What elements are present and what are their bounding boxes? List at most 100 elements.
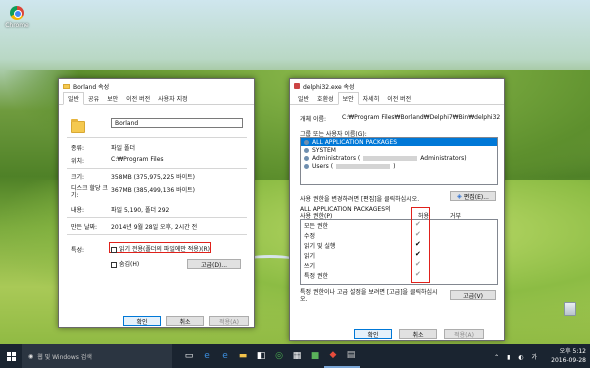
edit-button[interactable]: ◈ 편집(E)... <box>450 191 496 201</box>
taskbar: ◉ 웹 및 Windows 검색 ▭ e e ▬ ◧ ◎ ▦ ■ ◆ ▤ ⌃ ▮… <box>0 344 590 368</box>
tab-customize[interactable]: 사용자 지정 <box>154 93 192 104</box>
list-item[interactable]: Users () <box>301 162 497 170</box>
tab-general[interactable]: 일반 <box>63 92 85 105</box>
edge-icon[interactable]: e <box>198 344 216 368</box>
size-label: 크기: <box>71 174 85 181</box>
task-view-icon[interactable]: ▭ <box>180 344 198 368</box>
chrome-label: Chrome <box>5 22 29 29</box>
divider <box>67 234 247 235</box>
tab-general[interactable]: 일반 <box>294 93 313 104</box>
list-item[interactable]: SYSTEM <box>301 146 497 154</box>
start-button[interactable] <box>0 344 22 368</box>
titlebar[interactable]: Borland 속성 <box>59 79 254 93</box>
created-value: 2014년 9월 28일 오후, 2시간 전 <box>111 224 198 231</box>
chrome-taskbar-icon[interactable]: ◎ <box>270 344 288 368</box>
object-name-label: 개체 이름: <box>300 116 327 123</box>
list-item[interactable]: Administrators (Administrators) <box>301 154 497 162</box>
tab-details[interactable]: 자세히 <box>359 93 384 104</box>
ok-button[interactable]: 확인 <box>354 329 392 339</box>
tab-security[interactable]: 보안 <box>103 93 122 104</box>
apply-button[interactable]: 적용(A) <box>209 316 249 326</box>
permission-row: 쓰기 ✔ <box>301 260 497 270</box>
clock[interactable]: 오후 5:12 2016-09-28 <box>551 347 586 365</box>
window-title: delphi32.exe 속성 <box>303 83 355 91</box>
permission-name: 모든 권한 <box>304 222 328 230</box>
windows-logo-icon <box>6 351 16 361</box>
time: 오후 5:12 <box>559 348 586 355</box>
location-value: C:₩Program Files <box>111 156 164 163</box>
permission-row: 모든 권한 ✔ <box>301 220 497 230</box>
window-title: Borland 속성 <box>73 83 110 91</box>
cancel-button[interactable]: 취소 <box>399 329 437 339</box>
permission-name: 읽기 <box>304 252 316 260</box>
permission-row: 읽기 ✔ <box>301 250 497 260</box>
attributes-label: 특성: <box>71 247 85 254</box>
change-permission-text: 사용 권한을 변경하려면 [편집]을 클릭하십시오. <box>300 196 420 203</box>
tab-sharing[interactable]: 공유 <box>84 93 103 104</box>
delphi-properties-window: delphi32.exe 속성 일반 호환성 보안 자세히 이전 버전 개체 이… <box>289 78 505 341</box>
permission-name: 특정 권한 <box>304 272 328 280</box>
ie-icon[interactable]: e <box>216 344 234 368</box>
user-group-icon <box>304 147 309 153</box>
cancel-button[interactable]: 취소 <box>166 316 204 326</box>
app-icon[interactable]: ■ <box>306 344 324 368</box>
delphi-taskbar-icon[interactable]: ◆ <box>324 344 342 368</box>
ime-indicator[interactable]: 가 <box>531 354 540 361</box>
users-list[interactable]: ALL APPLICATION PACKAGES SYSTEM Administ… <box>300 137 498 185</box>
hidden-checkbox[interactable]: 숨김(H) <box>111 259 139 268</box>
advanced-button[interactable]: 고급(D)... <box>187 259 241 269</box>
permission-name: 쓰기 <box>304 262 316 270</box>
tab-strip: 일반 공유 보안 이전 버전 사용자 지정 <box>59 92 254 105</box>
search-box[interactable]: ◉ 웹 및 Windows 검색 <box>22 344 172 368</box>
apply-button[interactable]: 적용(A) <box>444 329 484 339</box>
tab-previous-versions[interactable]: 이전 버전 <box>122 93 154 104</box>
object-name-value: C:₩Program Files₩Borland₩Delphi7₩Bin₩del… <box>342 114 501 121</box>
user-group-icon <box>304 163 309 169</box>
contents-label: 내용: <box>71 207 85 214</box>
user-group-icon <box>304 155 309 161</box>
permission-row: 읽기 및 실행 ✔ <box>301 240 497 250</box>
titlebar[interactable]: delphi32.exe 속성 <box>290 79 504 93</box>
disk-size-label: 디스크 할당 크기: <box>71 185 108 199</box>
list-item[interactable]: ALL APPLICATION PACKAGES <box>301 138 497 146</box>
recycle-bin-icon[interactable] <box>560 302 580 318</box>
app-icon[interactable]: ▤ <box>342 344 360 368</box>
date: 2016-09-28 <box>551 357 586 364</box>
tab-security[interactable]: 보안 <box>337 92 359 105</box>
borland-properties-window: Borland 속성 일반 공유 보안 이전 버전 사용자 지정 Borland… <box>58 78 255 328</box>
readonly-checkbox[interactable]: 읽기 전용(폴더의 파일에만 적용)(R) <box>111 244 210 253</box>
search-placeholder: 웹 및 Windows 검색 <box>37 353 92 361</box>
size-value: 358MB (375,975,225 바이트) <box>111 174 195 181</box>
store-icon[interactable]: ◧ <box>252 344 270 368</box>
checkbox-box[interactable] <box>111 246 117 253</box>
permissions-list[interactable]: 모든 권한 ✔ 수정 ✔ 읽기 및 실행 ✔ 읽기 ✔ 쓰기 ✔ 특정 권한 ✔ <box>300 219 498 285</box>
tab-strip: 일반 호환성 보안 자세히 이전 버전 <box>290 92 504 105</box>
contents-value: 파일 5,190, 폴더 292 <box>111 207 170 214</box>
shield-icon: ◈ <box>457 192 462 200</box>
tab-previous-versions[interactable]: 이전 버전 <box>383 93 415 104</box>
checkbox-box[interactable] <box>111 261 117 268</box>
microphone-icon: ◉ <box>28 352 34 360</box>
highlight-box <box>411 207 430 283</box>
ok-button[interactable]: 확인 <box>123 316 161 326</box>
hidden-label: 숨김(H) <box>119 261 140 268</box>
file-explorer-icon[interactable]: ▬ <box>234 344 252 368</box>
tab-compatibility[interactable]: 호환성 <box>313 93 338 104</box>
readonly-label: 읽기 전용(폴더의 파일에만 적용)(R) <box>119 246 211 253</box>
divider <box>67 168 247 169</box>
divider <box>67 217 247 218</box>
advanced-button[interactable]: 고급(V) <box>450 290 496 300</box>
folder-name-input[interactable]: Borland <box>111 118 243 128</box>
location-label: 위치: <box>71 158 85 165</box>
chrome-icon <box>10 6 24 20</box>
app-icon[interactable]: ▦ <box>288 344 306 368</box>
chrome-desktop-icon[interactable]: Chrome <box>3 6 31 29</box>
permission-row: 특정 권한 ✔ <box>301 270 497 280</box>
divider <box>67 137 247 138</box>
system-tray-icons[interactable]: ⌃ ▮ ◐ 가 <box>494 352 540 361</box>
type-label: 종류: <box>71 145 85 152</box>
permission-name: 수정 <box>304 232 316 240</box>
user-group-icon <box>304 139 309 145</box>
app-icon <box>294 83 300 89</box>
permission-name: 읽기 및 실행 <box>304 242 336 250</box>
